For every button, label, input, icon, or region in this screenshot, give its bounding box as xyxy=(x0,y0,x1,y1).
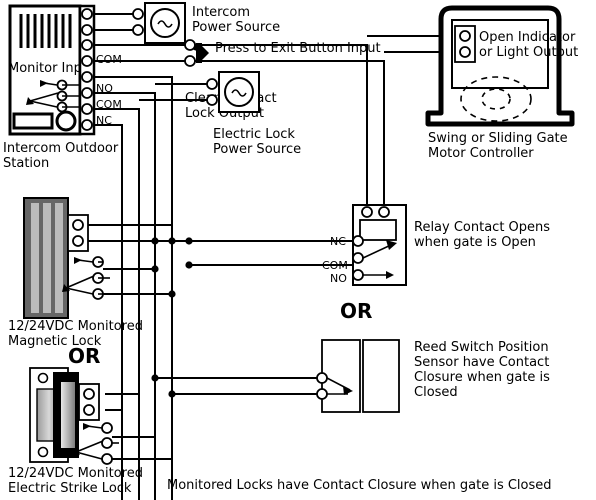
intercom-power-label-line2: Power Source xyxy=(192,20,280,35)
lock-power-label-line2: Power Source xyxy=(213,142,301,157)
ac-source-icon xyxy=(150,8,180,38)
ac-source-icon xyxy=(224,77,254,107)
intercom-power-label-line1: Intercom xyxy=(192,5,250,20)
terminal-label-no: NO xyxy=(96,82,113,95)
relay-label-com: COM xyxy=(322,259,348,272)
reed-switch-body xyxy=(321,339,361,413)
maglock-stripe xyxy=(43,203,51,313)
indicator-terminal[interactable] xyxy=(459,46,471,58)
relay-terminal-no[interactable] xyxy=(352,269,364,281)
reed-label-line1: Reed Switch Position xyxy=(414,340,549,355)
relay-desc-line1: Relay Contact Opens xyxy=(414,220,550,235)
power-terminal[interactable] xyxy=(132,24,144,36)
junction-dot xyxy=(168,237,176,245)
reed-label-line4: Closed xyxy=(414,385,458,400)
intercom-nameplate xyxy=(12,112,54,130)
gate-motor-controller[interactable]: Open Indicator or Light Output Swing or … xyxy=(425,5,578,161)
maglock-label-line1: 12/24VDC Monitored xyxy=(8,319,143,334)
relay-terminal-com[interactable] xyxy=(352,252,364,264)
junction-dot xyxy=(151,237,159,245)
indicator-terminal[interactable] xyxy=(459,30,471,42)
open-indicator-line2: or Light Output xyxy=(479,45,578,60)
controller-label-line1: Swing or Sliding Gate xyxy=(428,131,568,146)
intercom-call-button[interactable] xyxy=(55,110,77,132)
relay-desc-line2: when gate is Open xyxy=(414,235,536,250)
exit-button-label: Press to Exit Button Input xyxy=(215,41,381,56)
lock-power-terminal[interactable] xyxy=(206,94,218,106)
open-indicator-line1: Open Indicator xyxy=(479,30,576,45)
terminal-label-com-upper: COM xyxy=(96,53,122,66)
relay-coil xyxy=(359,219,397,241)
reed-terminal[interactable] xyxy=(316,388,328,400)
relay-terminal-nc[interactable] xyxy=(352,235,364,247)
reed-magnet-body xyxy=(362,339,400,413)
relay-coil-terminal[interactable] xyxy=(378,206,390,218)
strike-inner-panel xyxy=(61,382,75,448)
relay-coil-terminal[interactable] xyxy=(361,206,373,218)
power-terminal[interactable] xyxy=(132,8,144,20)
or-label-sensors: OR xyxy=(340,299,372,323)
maglock-terminal[interactable] xyxy=(72,235,84,247)
intercom-terminal-strip[interactable] xyxy=(78,4,96,136)
terminal-label-com-lower: COM xyxy=(96,98,122,111)
intercom-label-line2: Station xyxy=(3,156,49,171)
strike-label-line2: Electric Strike Lock xyxy=(8,481,132,496)
reed-terminal[interactable] xyxy=(316,372,328,384)
strike-label-line1: 12/24VDC Monitored xyxy=(8,466,143,481)
maglock-stripe xyxy=(31,203,39,313)
diagram-caption: Monitored Locks have Contact Closure whe… xyxy=(167,478,552,493)
maglock-terminal[interactable] xyxy=(72,219,84,231)
exit-terminal[interactable] xyxy=(184,39,196,51)
relay-label-nc: NC xyxy=(330,235,346,248)
intercom-label-line1: Intercom Outdoor xyxy=(3,141,119,156)
strike-terminal[interactable] xyxy=(83,404,95,416)
junction-dot xyxy=(168,290,176,298)
strike-screw xyxy=(37,446,49,458)
exit-terminal[interactable] xyxy=(184,55,196,67)
relay-label-no: NO xyxy=(330,272,347,285)
reed-label-line3: Closure when gate is xyxy=(414,370,550,385)
junction-dot xyxy=(151,265,159,273)
controller-label-line2: Motor Controller xyxy=(428,146,534,161)
junction-dot xyxy=(185,261,193,269)
reed-label-line2: Sensor have Contact xyxy=(414,355,549,370)
strike-screw xyxy=(37,372,49,384)
or-label-locks: OR xyxy=(68,344,100,368)
junction-dot xyxy=(168,390,176,398)
lock-power-label-line1: Electric Lock xyxy=(213,127,295,142)
strike-terminal[interactable] xyxy=(83,388,95,400)
junction-dot xyxy=(185,237,193,245)
wiring-diagram: Monitor Input COM NO COM NC Intercom Out… xyxy=(0,0,596,500)
junction-dot xyxy=(151,374,159,382)
maglock-stripe xyxy=(55,203,63,313)
lock-power-terminal[interactable] xyxy=(206,78,218,90)
terminal-label-nc: NC xyxy=(96,114,112,127)
